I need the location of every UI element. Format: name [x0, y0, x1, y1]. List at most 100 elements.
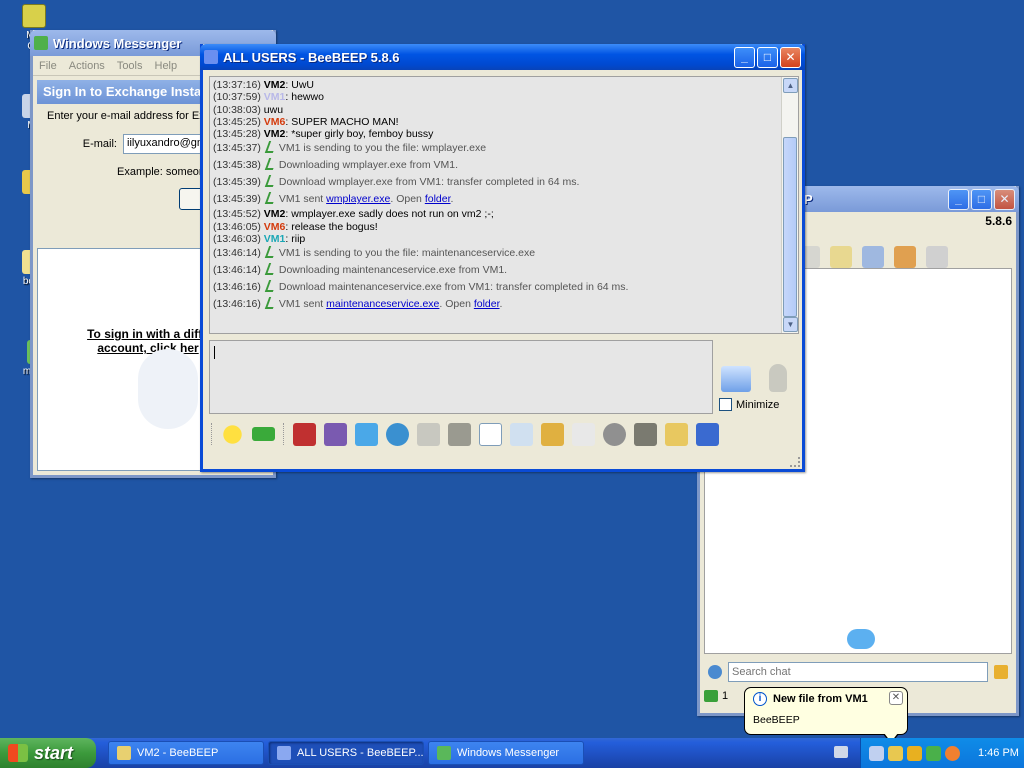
message-text: UwU	[291, 79, 314, 91]
scroll-up-arrow-icon[interactable]: ▲	[783, 78, 798, 93]
close-icon[interactable]: ✕	[889, 691, 903, 705]
messenger-icon	[437, 746, 451, 760]
network-icon[interactable]	[869, 745, 884, 761]
toolbar-separator	[211, 423, 213, 445]
screenshot-icon[interactable]	[603, 422, 626, 446]
clear-search-icon[interactable]	[994, 665, 1008, 679]
system-message-text: .	[450, 193, 454, 206]
file-transfer-icon	[265, 297, 277, 309]
note-icon[interactable]	[479, 422, 502, 446]
emoticon-icon[interactable]	[221, 422, 244, 446]
security-shield-icon[interactable]	[907, 745, 922, 761]
system-message-text: . Open	[390, 193, 425, 206]
start-button[interactable]: start	[0, 738, 96, 768]
taskbar-item-vm2-beebeep[interactable]: VM2 - BeeBEEP	[108, 741, 264, 765]
minimize-button[interactable]: _	[948, 188, 969, 210]
menu-tools[interactable]: Tools	[111, 60, 149, 72]
keyboard-icon[interactable]	[834, 746, 848, 758]
close-button[interactable]: ✕	[780, 46, 801, 68]
link-line-1: To sign in with a diffe	[87, 327, 209, 341]
send-folder-icon[interactable]	[541, 422, 564, 446]
spellcheck-icon[interactable]	[417, 422, 440, 446]
signin-different-account-link[interactable]: To sign in with a diffe account, click h…	[78, 327, 218, 355]
save-chat-icon[interactable]	[696, 422, 719, 446]
notification-balloon[interactable]: i New file from VM1 ✕ BeeBEEP	[744, 687, 908, 744]
menu-file[interactable]: File	[33, 60, 63, 72]
chat-scrollbar[interactable]: ▲ ▼	[781, 77, 798, 333]
taskbar-item-all-users[interactable]: ALL USERS - BeeBEEP...	[268, 741, 424, 765]
font-icon[interactable]	[293, 422, 316, 446]
file-transfer-icon	[265, 158, 277, 170]
chat-message: (13:45:39) Download wmplayer.exe from VM1…	[213, 174, 798, 191]
minimize-button[interactable]: _	[734, 46, 755, 68]
send-message-button[interactable]	[721, 366, 751, 392]
minimize-label: Minimize	[736, 398, 780, 411]
taskbar-item-windows-messenger[interactable]: Windows Messenger	[428, 741, 584, 765]
search-icon[interactable]	[945, 745, 960, 761]
message-text: wmplayer.exe sadly does not run on vm2 ;…	[291, 208, 494, 221]
messenger-icon	[34, 36, 48, 50]
maximize-button[interactable]: □	[757, 46, 778, 68]
minimize-checkbox[interactable]	[719, 398, 732, 411]
system-message-text: Download wmplayer.exe from VM1: transfer…	[278, 176, 580, 189]
beebeep-icon	[204, 50, 218, 64]
send-file-icon[interactable]	[510, 422, 533, 446]
message-timestamp: (10:37:59)	[213, 91, 261, 104]
message-timestamp: (13:45:39)	[213, 193, 261, 206]
microphone-icon[interactable]	[769, 364, 787, 392]
text-caret	[214, 346, 215, 359]
open-folder-link[interactable]: folder	[474, 298, 500, 310]
message-timestamp: (13:46:16)	[213, 281, 261, 294]
messenger-tray-icon[interactable]	[926, 745, 941, 761]
maximize-button[interactable]: □	[971, 188, 992, 210]
message-timestamp: (13:46:14)	[213, 247, 261, 260]
filter-icon[interactable]	[355, 422, 378, 446]
message-compose-input[interactable]	[209, 340, 713, 414]
taskbar: start VM2 - BeeBEEP ALL USERS - BeeBEEP.…	[0, 738, 1024, 768]
menu-actions[interactable]: Actions	[63, 60, 111, 72]
message-sender: VM2	[263, 79, 286, 91]
code-icon[interactable]	[572, 422, 595, 446]
users-icon[interactable]	[704, 690, 718, 702]
chat-message: (13:46:03) VM1: riip	[213, 233, 798, 245]
file-link[interactable]: maintenanceservice.exe	[326, 298, 439, 310]
menu-help[interactable]: Help	[149, 60, 184, 72]
email-label: E-mail:	[82, 137, 117, 150]
edit-message-icon[interactable]	[665, 422, 688, 446]
message-timestamp: (13:46:03)	[213, 233, 261, 246]
scroll-down-arrow-icon[interactable]: ▼	[783, 317, 798, 332]
chat-toolbar	[211, 420, 719, 448]
message-text: SUPER MACHO MAN!	[291, 115, 399, 128]
search-chat-input[interactable]	[728, 662, 988, 682]
user-count: 1	[722, 690, 729, 702]
chat-messages: (13:37:16) VM2: UwU (10:37:59) VM1: hewwo…	[210, 77, 798, 313]
share-icon[interactable]	[894, 246, 916, 268]
chat-message: (13:46:14) VM1 is sending to you the file…	[213, 245, 798, 262]
version-label: 5.8.6	[985, 214, 1012, 228]
minimize-checkbox-row[interactable]: Minimize	[719, 398, 779, 411]
chat-message: (10:37:59) VM1: hewwo	[213, 91, 798, 103]
emoticon-picker-icon[interactable]	[252, 427, 275, 441]
open-folder-link[interactable]: folder	[425, 193, 451, 205]
chat-history-icon[interactable]	[634, 422, 657, 446]
beebeep-icon	[117, 746, 131, 760]
taskbar-item-label: Windows Messenger	[457, 747, 560, 759]
dictionary-icon[interactable]	[448, 422, 471, 446]
trash-icon[interactable]	[926, 246, 948, 268]
notification-body: BeeBEEP	[753, 714, 800, 726]
message-text: release the bogus!	[291, 220, 378, 233]
color-icon[interactable]	[324, 422, 347, 446]
messenger-watermark-icon	[138, 349, 198, 429]
message-timestamp: (13:45:52)	[213, 208, 261, 221]
scroll-thumb[interactable]	[783, 137, 797, 317]
beebeep-tray-icon[interactable]	[888, 745, 903, 761]
close-button[interactable]: ✕	[994, 188, 1015, 210]
edit-icon[interactable]	[830, 246, 852, 268]
file-link[interactable]: wmplayer.exe	[326, 193, 390, 205]
main-title-bar[interactable]: ALL USERS - BeeBEEP 5.8.6 _ □ ✕	[200, 44, 805, 70]
chat-settings-icon[interactable]	[386, 422, 409, 446]
settings-icon[interactable]	[708, 665, 722, 679]
resize-grip[interactable]	[790, 457, 800, 467]
tools-icon[interactable]	[862, 246, 884, 268]
system-message-text: VM1 is sending to you the file: wmplayer…	[278, 142, 487, 155]
